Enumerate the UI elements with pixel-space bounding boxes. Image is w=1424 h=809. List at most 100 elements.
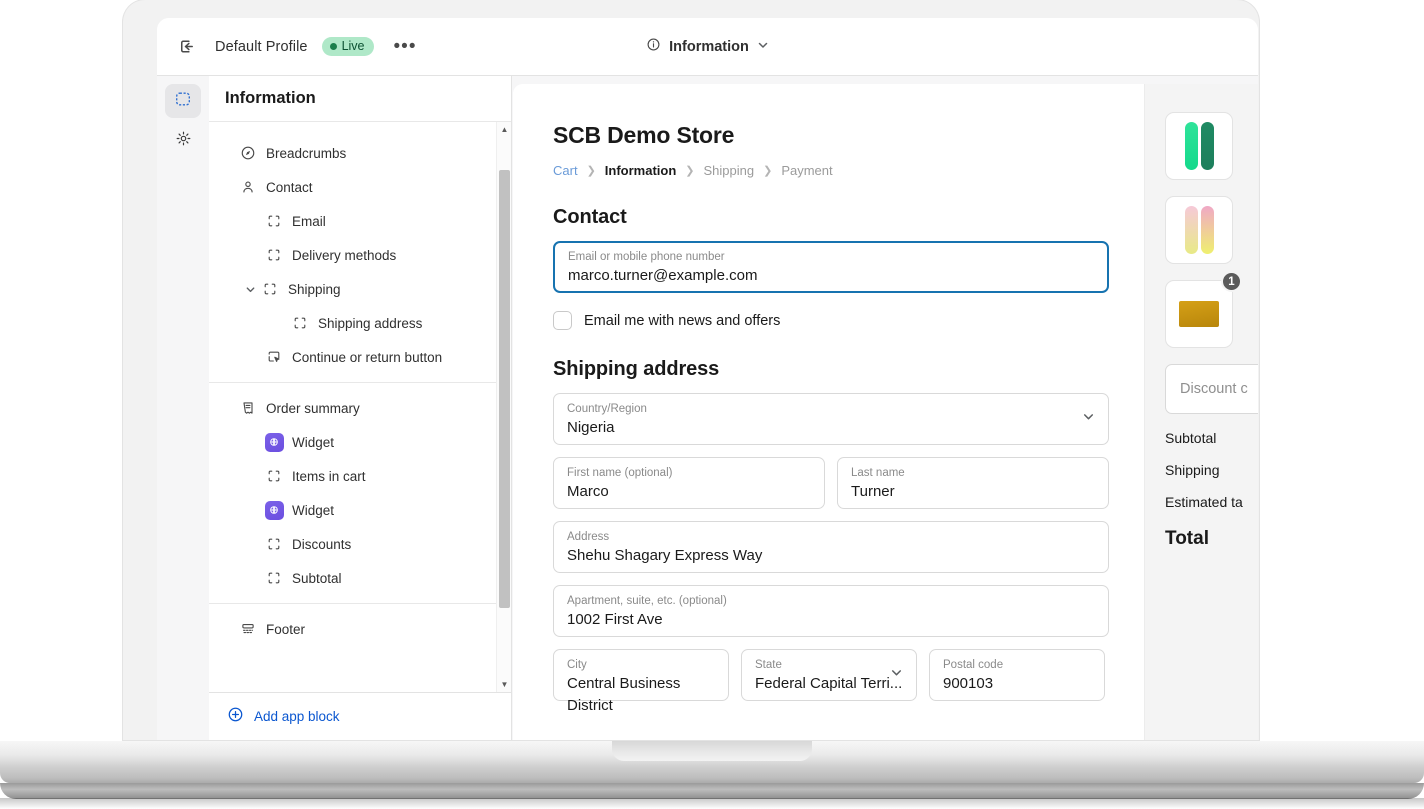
more-options-button[interactable]: ••• — [388, 42, 423, 52]
state-select[interactable]: State Federal Capital Terri... — [741, 649, 917, 701]
order-summary-panel: 1 Discount c Subtotal Shipping Estimated… — [1145, 84, 1258, 740]
shipping-heading: Shipping address — [553, 358, 1144, 381]
rail-item-sections[interactable] — [165, 84, 201, 118]
sidebar-item-label: Widget — [292, 435, 334, 450]
block-icon — [289, 315, 311, 331]
sidebar-item-shipping-address[interactable]: Shipping address — [209, 306, 511, 340]
sidebar-item-label: Shipping — [288, 282, 341, 297]
status-dot — [330, 43, 337, 50]
sidebar-title: Information — [225, 89, 316, 108]
status-badge-label: Live — [342, 39, 365, 53]
sidebar-item-label: Items in cart — [292, 469, 366, 484]
sidebar-divider — [209, 603, 511, 604]
preview-pane: SCB Demo Store Cart❯Information❯Shipping… — [513, 76, 1258, 740]
block-icon — [263, 468, 285, 484]
sidebar-item-shipping[interactable]: Shipping — [209, 272, 511, 306]
country-region-value: Nigeria — [567, 417, 1096, 439]
receipt-icon — [237, 400, 259, 416]
address-field[interactable]: Address Shehu Shagary Express Way — [553, 521, 1109, 573]
address-label: Address — [567, 530, 1096, 545]
rail-item-settings[interactable] — [165, 124, 201, 158]
sidebar-item-label: Email — [292, 214, 326, 229]
first-name-field[interactable]: First name (optional) Marco — [553, 457, 825, 509]
laptop-foot — [0, 783, 1424, 799]
laptop-shadow — [0, 798, 1424, 809]
sidebar-item-label: Subtotal — [292, 571, 342, 586]
summary-row-shipping: Shipping — [1165, 462, 1258, 478]
breadcrumb-separator-icon: ❯ — [763, 164, 772, 177]
sidebar-item-order-summary[interactable]: Order summary — [209, 391, 511, 425]
profile-name: Default Profile — [215, 39, 308, 55]
top-bar-left: Default Profile Live ••• — [157, 32, 422, 62]
list-item[interactable]: 1 — [1165, 280, 1233, 348]
sidebar-item-items-in-cart[interactable]: Items in cart — [209, 459, 511, 493]
product-thumbnail-gold-box — [1165, 280, 1233, 348]
scrollbar-thumb[interactable] — [499, 170, 510, 608]
block-icon — [263, 570, 285, 586]
email-field[interactable]: Email or mobile phone number marco.turne… — [553, 241, 1109, 293]
apartment-field[interactable]: Apartment, suite, etc. (optional) 1002 F… — [553, 585, 1109, 637]
last-name-value: Turner — [851, 481, 1096, 503]
city-value: Central Business District — [567, 673, 716, 717]
info-circle-icon — [646, 37, 661, 57]
icon-rail — [157, 76, 209, 740]
email-consent-row[interactable]: Email me with news and offers — [553, 311, 1144, 330]
add-app-block-label: Add app block — [254, 709, 340, 724]
sidebar-item-label: Footer — [266, 622, 305, 637]
state-value: Federal Capital Terri... — [755, 673, 904, 695]
app-widget-icon — [263, 433, 285, 452]
sidebar-scroll-area: BreadcrumbsContact Email Delivery methods S… — [209, 122, 511, 692]
country-region-select[interactable]: Country/Region Nigeria — [553, 393, 1109, 445]
status-badge: Live — [322, 37, 374, 56]
add-app-block-button[interactable]: Add app block — [209, 692, 511, 740]
summary-row-estimated-tax: Estimated ta — [1165, 494, 1258, 510]
sidebar-scrollbar[interactable]: ▲ ▼ — [496, 122, 511, 692]
sidebar-item-widget[interactable]: Widget — [209, 493, 511, 527]
block-icon — [263, 536, 285, 552]
list-item[interactable] — [1165, 112, 1233, 180]
app-root: Default Profile Live ••• Info — [157, 18, 1258, 740]
sidebar-item-discounts[interactable]: Discounts — [209, 527, 511, 561]
sidebar-item-label: Shipping address — [318, 316, 422, 331]
list-item[interactable] — [1165, 196, 1233, 264]
sidebar-item-label: Continue or return button — [292, 350, 442, 365]
email-consent-label: Email me with news and offers — [584, 313, 780, 329]
laptop-mockup: Default Profile Live ••• Info — [0, 0, 1424, 809]
sidebar-item-contact[interactable]: Contact — [209, 170, 511, 204]
page-selector[interactable]: Information — [646, 37, 769, 57]
sidebar-item-email[interactable]: Email — [209, 204, 511, 238]
email-field-label: Email or mobile phone number — [568, 250, 1095, 265]
sidebar-divider — [209, 382, 511, 383]
state-label: State — [755, 658, 904, 673]
sidebar-item-breadcrumbs[interactable]: Breadcrumbs — [209, 136, 511, 170]
sidebar-item-label: Widget — [292, 503, 334, 518]
email-consent-checkbox[interactable] — [553, 311, 572, 330]
email-field-value: marco.turner@example.com — [568, 265, 1095, 287]
product-thumbnail-snowboard-green — [1165, 112, 1233, 180]
top-bar: Default Profile Live ••• Info — [157, 18, 1258, 76]
sidebar-item-subtotal[interactable]: Subtotal — [209, 561, 511, 595]
block-icon — [263, 247, 285, 263]
breadcrumb-item-cart[interactable]: Cart — [553, 163, 578, 178]
postal-code-value: 900103 — [943, 673, 1092, 695]
button-pointer-icon — [263, 349, 285, 365]
scroll-up-arrow-icon[interactable]: ▲ — [497, 122, 511, 137]
first-name-label: First name (optional) — [567, 466, 812, 481]
city-field[interactable]: City Central Business District — [553, 649, 729, 701]
scroll-down-arrow-icon[interactable]: ▼ — [497, 677, 511, 692]
app-widget-icon — [263, 501, 285, 520]
chevron-down-icon[interactable] — [241, 284, 259, 295]
last-name-field[interactable]: Last name Turner — [837, 457, 1109, 509]
sidebar-item-delivery-methods[interactable]: Delivery methods — [209, 238, 511, 272]
chevron-down-icon — [1082, 410, 1095, 428]
postal-code-field[interactable]: Postal code 900103 — [929, 649, 1105, 701]
compass-icon — [237, 145, 259, 161]
exit-icon[interactable] — [171, 32, 201, 62]
store-title: SCB Demo Store — [553, 122, 1144, 149]
sidebar-item-footer[interactable]: Footer — [209, 612, 511, 646]
sidebar-item-widget[interactable]: Widget — [209, 425, 511, 459]
sidebar-item-label: Order summary — [266, 401, 360, 416]
apartment-value: 1002 First Ave — [567, 609, 1096, 631]
discount-code-input[interactable]: Discount c — [1165, 364, 1258, 414]
sidebar-item-continue-or-return-button[interactable]: Continue or return button — [209, 340, 511, 374]
